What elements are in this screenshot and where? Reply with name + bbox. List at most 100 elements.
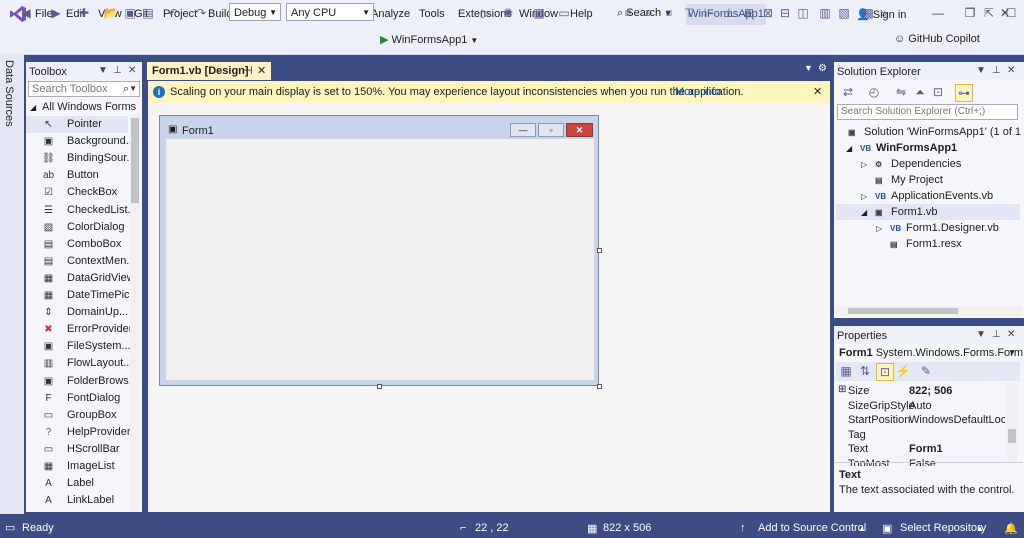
expand-triangle-icon[interactable]: ▷ [861, 160, 875, 169]
toolbox-item[interactable]: ▣ Background... [26, 133, 135, 150]
toolbox-item[interactable]: ▭ HScrollBar [26, 441, 128, 458]
share-icon[interactable]: ⇱ [981, 5, 997, 21]
solution-explorer-toggle-icon[interactable]: ▦ [531, 5, 547, 21]
panel-options-icon[interactable]: ▼ [976, 329, 986, 340]
toolbox-item[interactable]: ▤ ComboBox [26, 236, 128, 253]
properties-view-icon[interactable]: ⊡ [876, 363, 894, 381]
toolbox-item[interactable]: ☰ CheckedList... [26, 202, 137, 219]
tab-form1-design[interactable]: Form1.vb [Design] ⊣ ✕ [147, 62, 271, 80]
solution-tree-item[interactable]: ▤ My Project [861, 174, 943, 186]
categorized-icon[interactable]: ▦ [838, 363, 854, 379]
resize-handle-bottom-right[interactable] [597, 384, 602, 389]
save-all-icon[interactable]: ▤ [140, 5, 156, 21]
toolbox-item[interactable]: ▦ DateTimePic... [26, 287, 139, 304]
align-center-icon[interactable]: ≡ [641, 5, 657, 21]
solution-explorer-search-input[interactable]: Search Solution Explorer (Ctrl+;) [837, 104, 1018, 120]
expand-triangle-icon[interactable]: ◢ [861, 208, 875, 217]
properties-object-selector[interactable]: Form1 System.Windows.Forms.Form ▼ [836, 345, 1023, 361]
close-icon[interactable]: ✕ [128, 65, 136, 76]
add-to-source-control-button[interactable]: Add to Source Control [758, 522, 866, 534]
settings-gear-icon[interactable]: ⚙ [818, 63, 827, 74]
solution-tree-item[interactable]: ◢ VB WinFormsApp1 [846, 142, 957, 154]
navigate-back-icon[interactable]: ◀ [18, 5, 34, 21]
restore-window-button[interactable]: ❐ [962, 5, 978, 21]
solution-tree-item[interactable]: ▣ Solution 'WinFormsApp1' (1 of 1 pro [834, 126, 1024, 138]
align-top-icon[interactable]: ⊤ [681, 5, 697, 21]
toolbox-item[interactable]: A LinkLabel [26, 492, 128, 509]
align-left-icon[interactable]: ≡ [620, 5, 636, 21]
align-right-icon[interactable]: ≡ [661, 5, 677, 21]
properties-scroll-thumb[interactable] [1008, 429, 1016, 443]
toolbox-item[interactable]: ? HelpProvider [26, 424, 131, 441]
more-info-link[interactable]: More info [675, 81, 721, 103]
toolbox-item[interactable]: ▧ ColorDialog [26, 219, 128, 236]
property-name[interactable]: Size [848, 385, 869, 397]
expand-triangle-icon[interactable]: ▷ [876, 224, 890, 233]
toolbox-search-input[interactable]: Search Toolbox ⌕ ▼ [28, 81, 140, 97]
close-info-bar-icon[interactable]: ✕ [813, 81, 822, 103]
center-vertically-icon[interactable]: ▧ [836, 5, 852, 21]
center-horizontally-icon[interactable]: ▥ [817, 5, 833, 21]
property-value[interactable]: Form1 [909, 443, 1005, 455]
menu-item-tools[interactable]: Tools [419, 8, 445, 20]
menu-item-analyze[interactable]: Analyze [371, 8, 410, 20]
chevron-up-icon[interactable]: ▲ [858, 524, 866, 533]
toolbox-scroll-thumb[interactable] [131, 118, 139, 203]
alphabetical-icon[interactable]: ⇅ [857, 363, 873, 379]
github-copilot-button[interactable]: ☺ GitHub Copilot [894, 33, 980, 45]
property-name[interactable]: Text [848, 443, 868, 455]
navigate-forward-icon[interactable]: ▶ [48, 5, 64, 21]
close-icon[interactable]: ✕ [1007, 329, 1015, 340]
save-icon[interactable]: ▣ [122, 5, 138, 21]
horizontal-spacing-icon[interactable]: ⊟ [777, 5, 793, 21]
solution-tree-item[interactable]: ◢ ▣ Form1.vb [861, 206, 937, 218]
toolbox-item[interactable]: ▦ DataGridView [26, 270, 135, 287]
toolbox-item[interactable]: ✖ ErrorProvider [26, 321, 132, 338]
toolbox-group-all-windows-forms[interactable]: ◢ All Windows Forms [26, 99, 136, 116]
solution-platform-combo[interactable]: Any CPU ▼ [286, 3, 374, 21]
pin-tab-icon[interactable]: ⊣ [243, 62, 253, 80]
events-lightning-icon[interactable]: ⚡ [895, 363, 911, 379]
toolbar-overflow-icon[interactable]: » [876, 5, 892, 21]
panel-options-icon[interactable]: ▼ [98, 65, 108, 76]
vertical-spacing-icon[interactable]: ◫ [795, 5, 811, 21]
feedback-icon[interactable]: ☐ [1003, 5, 1019, 21]
expand-size-icon[interactable]: ⊞ [838, 384, 846, 395]
toolbox-item[interactable]: ☑ CheckBox [26, 184, 128, 201]
toolbox-item[interactable]: ↖ Pointer [26, 116, 128, 133]
properties-scrollbar[interactable] [1007, 383, 1017, 461]
panel-options-icon[interactable]: ▼ [976, 65, 986, 76]
hot-reload-icon[interactable]: ✺ [500, 5, 516, 21]
start-without-debugging-icon[interactable]: ▷ [478, 5, 494, 21]
solution-tree-item[interactable]: ▷ ⚙ Dependencies [861, 158, 961, 170]
minimize-window-button[interactable]: — [930, 5, 946, 21]
sync-icon[interactable]: ⇋ [893, 84, 909, 100]
history-icon[interactable]: ◴ [866, 84, 882, 100]
expand-triangle-icon[interactable]: ▷ [861, 192, 875, 201]
bring-to-front-icon[interactable]: ▩ [860, 5, 876, 21]
property-name[interactable]: SizeGripStyle [848, 400, 915, 412]
toolbox-item[interactable]: ▤ ContextMen... [26, 253, 136, 270]
property-name[interactable]: Tag [848, 429, 866, 441]
undo-icon[interactable]: ↶ [165, 5, 181, 21]
notifications-bell-icon[interactable]: 🔔 [1004, 522, 1018, 535]
menu-item-help[interactable]: Help [570, 8, 593, 20]
pin-icon[interactable]: ⊥ [992, 329, 1001, 340]
redo-icon[interactable]: ↷ [193, 5, 209, 21]
collapse-all-icon[interactable]: ⏶ [912, 84, 928, 100]
toolbox-item[interactable]: ⛓ BindingSour... [26, 150, 135, 167]
toolbox-item[interactable]: ⇕ DomainUp... [26, 304, 128, 321]
toolbox-item[interactable]: ▦ ImageList [26, 458, 128, 475]
solution-configuration-combo[interactable]: Debug ▼ [229, 3, 281, 21]
property-pages-icon[interactable]: ✎ [918, 363, 934, 379]
pin-icon[interactable]: ⊥ [113, 65, 122, 76]
toolbox-item[interactable]: ▣ FileSystem... [26, 338, 131, 355]
toolbox-item[interactable]: ▥ FlowLayout... [26, 355, 133, 372]
property-value[interactable]: WindowsDefaultLocati [909, 414, 1005, 426]
toolbox-item[interactable]: ab Button [26, 167, 128, 184]
property-name[interactable]: StartPosition [848, 414, 910, 426]
toolbox-item[interactable]: A Label [26, 475, 128, 492]
show-all-files-icon[interactable]: ⊡ [930, 84, 946, 100]
data-sources-tab[interactable]: Data Sources [3, 60, 15, 127]
toolbox-item[interactable]: F FontDialog [26, 390, 128, 407]
